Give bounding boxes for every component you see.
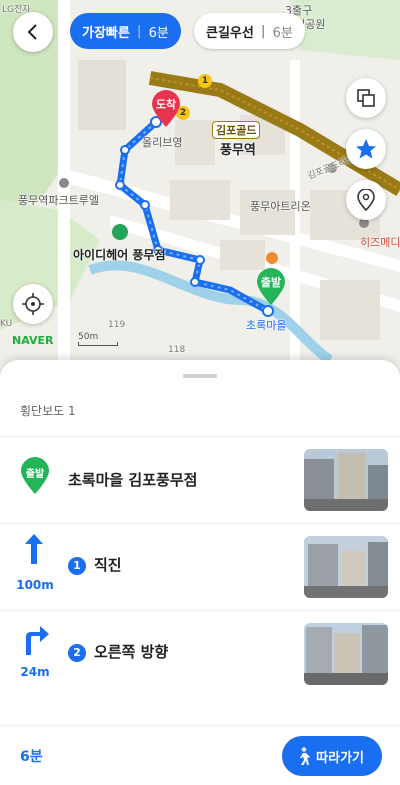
route-sheet: 횡단보도 1 출발 초록마을 김포풍무점 100m 1 직진 24m 2 오른쪽…: [0, 360, 400, 785]
street-photo-image: [304, 449, 388, 511]
step-distance: 100m: [16, 578, 54, 592]
arrive-label: 도착: [155, 98, 177, 111]
step-title: 1 직진: [68, 554, 122, 575]
map-label-hizmedi: 히즈메디: [360, 236, 400, 249]
total-time: 6분: [20, 749, 43, 765]
sheet-drag-handle[interactable]: [183, 374, 217, 378]
route-option-main-road-duration: 6분: [272, 25, 293, 41]
sheet-header: 횡단보도 1: [20, 404, 76, 418]
map-label-ku: KU: [0, 319, 13, 329]
map-label-chorok: 초록마을: [246, 319, 287, 332]
follow-button-label: 따라가기: [316, 750, 364, 766]
step-street-photo[interactable]: [304, 623, 388, 685]
naver-logo: NAVER: [12, 334, 54, 347]
route-option-fastest-duration: 6분: [148, 25, 169, 41]
route-option-main-road-label: 큰길우선: [206, 25, 254, 41]
map-scale-label: 50m: [78, 332, 99, 342]
step-distance: 24m: [20, 665, 50, 679]
layers-button[interactable]: [346, 78, 386, 118]
step-number: 1: [68, 557, 86, 575]
step-street-photo[interactable]: [304, 449, 388, 511]
route-step-1[interactable]: 100m 1 직진: [0, 524, 400, 610]
straight-arrow-icon: [25, 534, 43, 564]
back-icon: [27, 24, 37, 40]
right-turn-icon: [26, 626, 49, 655]
step-title: 2 오른쪽 방향: [68, 641, 168, 662]
bottom-bar: 6분 따라가기: [0, 725, 400, 785]
straight-step-icon: [22, 532, 46, 570]
map-graphic: [0, 0, 400, 365]
arrive-marker[interactable]: 도착: [151, 90, 181, 128]
step-title: 초록마을 김포풍무점: [68, 471, 198, 489]
map-label-119: 119: [108, 320, 126, 330]
gps-button[interactable]: [13, 284, 53, 324]
follow-button[interactable]: 따라가기: [282, 736, 382, 776]
step-number: 2: [68, 644, 86, 662]
depart-label: 출발: [260, 276, 282, 289]
map-label-118: 118: [168, 345, 186, 355]
step-street-photo[interactable]: [304, 536, 388, 598]
map-label-idihair: 아이디헤어 풍무점: [73, 248, 166, 262]
location-pin-icon: [357, 189, 375, 211]
pill-separator: |: [136, 23, 142, 39]
star-icon: [356, 139, 376, 159]
route-option-fastest-label: 가장빠른: [82, 25, 130, 41]
line-badge-1: 1: [198, 74, 212, 88]
depart-step-badge-label: 출발: [25, 469, 45, 480]
right-turn-step-icon: [20, 623, 50, 659]
route-step-depart[interactable]: 출발 초록마을 김포풍무점: [0, 437, 400, 523]
street-photo-image: [304, 536, 388, 598]
depart-marker[interactable]: 출발: [256, 268, 286, 306]
pill-separator: |: [260, 23, 266, 39]
location-button[interactable]: [346, 180, 386, 220]
gps-target-icon: [22, 293, 44, 315]
map-view[interactable]: LG전자 3출구 세이공원 올리브영 김포골드 풍무역 김포골드라인 풍무역파크…: [0, 0, 400, 380]
depart-step-badge: 출발: [20, 457, 50, 499]
layers-icon: [357, 89, 375, 107]
route-step-2[interactable]: 24m 2 오른쪽 방향: [0, 611, 400, 697]
favorite-button[interactable]: [346, 129, 386, 169]
step-title-text: 직진: [94, 556, 122, 574]
back-button[interactable]: [13, 12, 53, 52]
walk-icon: [300, 747, 311, 765]
step-title-text: 오른쪽 방향: [94, 643, 169, 661]
route-option-main-road[interactable]: 큰길우선 | 6분: [194, 13, 305, 49]
map-label-olive: 올리브영: [142, 136, 183, 149]
street-photo-image: [304, 623, 388, 685]
map-label-parktrue: 풍무역파크트루엘: [18, 194, 99, 207]
app-root: LG전자 3출구 세이공원 올리브영 김포골드 풍무역 김포골드라인 풍무역파크…: [0, 0, 400, 785]
route-option-fastest[interactable]: 가장빠른 | 6분: [70, 13, 181, 49]
map-label-gimpo-gold: 김포골드: [212, 121, 261, 139]
map-label-artrion: 풍무아트리온: [250, 200, 311, 213]
map-label-station: 풍무역: [220, 143, 256, 158]
map-scale-bar: [78, 342, 118, 346]
